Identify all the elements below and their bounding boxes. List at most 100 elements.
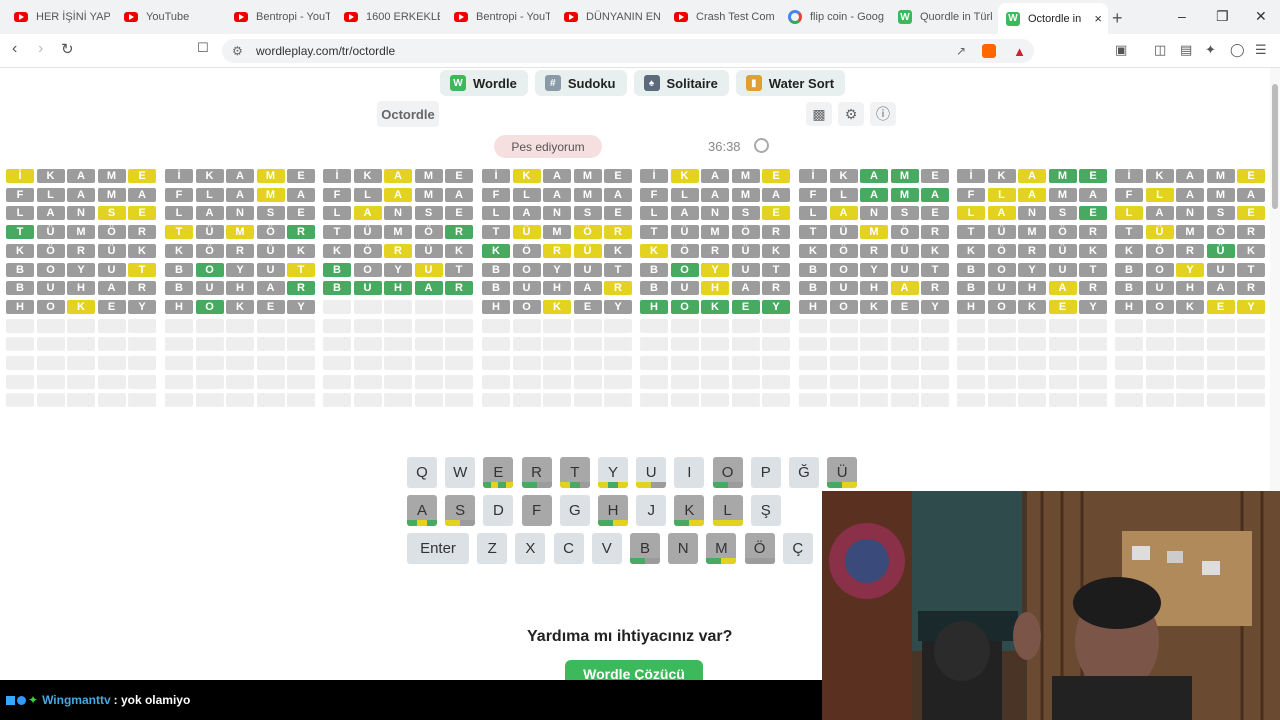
share-icon[interactable]: ↗ bbox=[956, 44, 966, 58]
game-link-wordle[interactable]: W Wordle bbox=[440, 70, 528, 96]
board-cell: Ü bbox=[1048, 243, 1077, 258]
key-q[interactable]: Q bbox=[407, 457, 437, 488]
game-link-solitaire[interactable]: ♠ Solitaire bbox=[633, 70, 729, 96]
browser-tab[interactable]: Bentropi - YouT bbox=[226, 4, 330, 30]
browser-tab[interactable]: HER İŞİNİ YAPA bbox=[6, 4, 110, 30]
board-cell: Y bbox=[1079, 299, 1107, 314]
menu-icon[interactable]: ☰ bbox=[1255, 42, 1267, 58]
brave-rewards-icon[interactable]: ▲ bbox=[1013, 44, 1026, 59]
key-ö[interactable]: Ö bbox=[744, 533, 775, 564]
give-up-button[interactable]: Pes ediyorum bbox=[494, 135, 602, 158]
board-cell bbox=[890, 374, 919, 389]
site-info-icon[interactable]: ⚙ bbox=[232, 44, 243, 58]
stats-icon[interactable]: ▩ bbox=[806, 102, 832, 126]
key-ç[interactable]: Ç bbox=[782, 533, 813, 564]
board-cell: Ö bbox=[670, 243, 699, 258]
key-label: T bbox=[570, 464, 580, 481]
key-z[interactable]: Z bbox=[477, 533, 508, 564]
key-ü[interactable]: Ü bbox=[827, 457, 858, 488]
board-cell: Ü bbox=[256, 243, 285, 258]
gear-icon[interactable]: ⚙ bbox=[838, 102, 864, 126]
minimize-icon[interactable]: – bbox=[1178, 8, 1186, 24]
key-p[interactable]: P bbox=[750, 457, 781, 488]
board-cell: N bbox=[860, 206, 888, 221]
board-cell bbox=[860, 318, 888, 333]
key-label: Z bbox=[487, 540, 497, 557]
brave-shield-icon[interactable] bbox=[982, 44, 996, 58]
board-cell bbox=[445, 337, 473, 352]
key-e[interactable]: E bbox=[483, 457, 514, 488]
new-tab-icon[interactable]: + bbox=[1112, 8, 1123, 29]
board-cell: M bbox=[1206, 169, 1235, 183]
browser-tab[interactable]: YouTube bbox=[116, 4, 220, 30]
key-ş[interactable]: Ş bbox=[750, 495, 781, 526]
board-cell bbox=[573, 337, 602, 352]
solver-button[interactable]: Wordle Çözücü bbox=[565, 660, 703, 682]
key-o[interactable]: O bbox=[712, 457, 743, 488]
board-cell bbox=[445, 299, 473, 314]
board-cell bbox=[921, 337, 949, 352]
key-b[interactable]: B bbox=[630, 533, 660, 564]
key-i[interactable]: I bbox=[674, 457, 705, 488]
key-h[interactable]: H bbox=[598, 495, 628, 526]
scrollbar-thumb[interactable] bbox=[1272, 84, 1278, 209]
board-cell bbox=[573, 318, 602, 333]
wallet-icon[interactable]: ▤ bbox=[1180, 42, 1192, 58]
key-v[interactable]: V bbox=[591, 533, 622, 564]
key-c[interactable]: C bbox=[553, 533, 584, 564]
board-cell: Ü bbox=[670, 225, 699, 240]
key-a[interactable]: A bbox=[407, 495, 437, 526]
key-n[interactable]: N bbox=[668, 533, 699, 564]
close-tab-icon[interactable]: × bbox=[1094, 11, 1102, 26]
browser-tab[interactable]: W Quordle in Türk bbox=[890, 4, 992, 30]
key-s[interactable]: S bbox=[445, 495, 476, 526]
browser-tab[interactable]: W Octordle in × bbox=[998, 3, 1108, 34]
bookmark-icon[interactable]: ☐ bbox=[197, 40, 209, 56]
board-cell bbox=[1237, 318, 1265, 333]
browser-tab[interactable]: Bentropi - YouT bbox=[446, 4, 550, 30]
info-icon[interactable]: ⓘ bbox=[870, 102, 896, 126]
key-t[interactable]: T bbox=[559, 457, 590, 488]
key-f[interactable]: F bbox=[521, 495, 552, 526]
key-g[interactable]: G bbox=[559, 495, 590, 526]
back-icon[interactable]: ‹ bbox=[12, 40, 17, 58]
browser-tab[interactable]: DÜNYANIN EN bbox=[556, 4, 660, 30]
board-cell: A bbox=[384, 169, 412, 183]
forward-icon[interactable]: › bbox=[38, 40, 43, 58]
key-x[interactable]: X bbox=[515, 533, 546, 564]
key-k[interactable]: K bbox=[674, 495, 705, 526]
board-cell bbox=[256, 318, 285, 333]
key-w[interactable]: W bbox=[445, 457, 476, 488]
vpn-icon[interactable]: ◯ bbox=[1230, 42, 1245, 58]
key-d[interactable]: D bbox=[483, 495, 514, 526]
key-l[interactable]: L bbox=[712, 495, 743, 526]
sidebar-icon[interactable]: ◫ bbox=[1154, 42, 1166, 58]
url-field[interactable]: ⚙ wordleplay.com/tr/octordle ↗ ▲ bbox=[222, 39, 1034, 63]
board-cell: E bbox=[287, 169, 315, 183]
board-cell: U bbox=[353, 281, 382, 296]
browser-tab[interactable]: Crash Test Com bbox=[666, 4, 774, 30]
game-link-water-sort[interactable]: ▮ Water Sort bbox=[735, 70, 846, 96]
reader-mode-icon[interactable]: ▣ bbox=[1115, 42, 1127, 58]
board-cell bbox=[353, 374, 382, 389]
board-cell: L bbox=[323, 206, 351, 221]
game-link-sudoku[interactable]: # Sudoku bbox=[534, 70, 627, 96]
maximize-icon[interactable]: ❐ bbox=[1216, 8, 1229, 25]
key-enter[interactable]: Enter bbox=[407, 533, 469, 564]
key-m[interactable]: M bbox=[706, 533, 737, 564]
board-cell: Ö bbox=[987, 243, 1016, 258]
reload-icon[interactable]: ↻ bbox=[61, 40, 74, 58]
board-cell: N bbox=[384, 206, 412, 221]
key-j[interactable]: J bbox=[636, 495, 667, 526]
key-r[interactable]: R bbox=[521, 457, 552, 488]
key-y[interactable]: Y bbox=[598, 457, 628, 488]
board-cell: S bbox=[1206, 206, 1235, 221]
board-cell: E bbox=[573, 299, 602, 314]
browser-tab[interactable]: flip coin - Goog bbox=[780, 4, 884, 30]
key-ğ[interactable]: Ğ bbox=[789, 457, 819, 488]
board-cell: H bbox=[482, 299, 510, 314]
key-u[interactable]: U bbox=[636, 457, 667, 488]
close-window-icon[interactable]: ✕ bbox=[1255, 8, 1267, 25]
browser-tab[interactable]: 1600 ERKEKLE E bbox=[336, 4, 440, 30]
leo-ai-icon[interactable]: ✦ bbox=[1205, 42, 1216, 58]
